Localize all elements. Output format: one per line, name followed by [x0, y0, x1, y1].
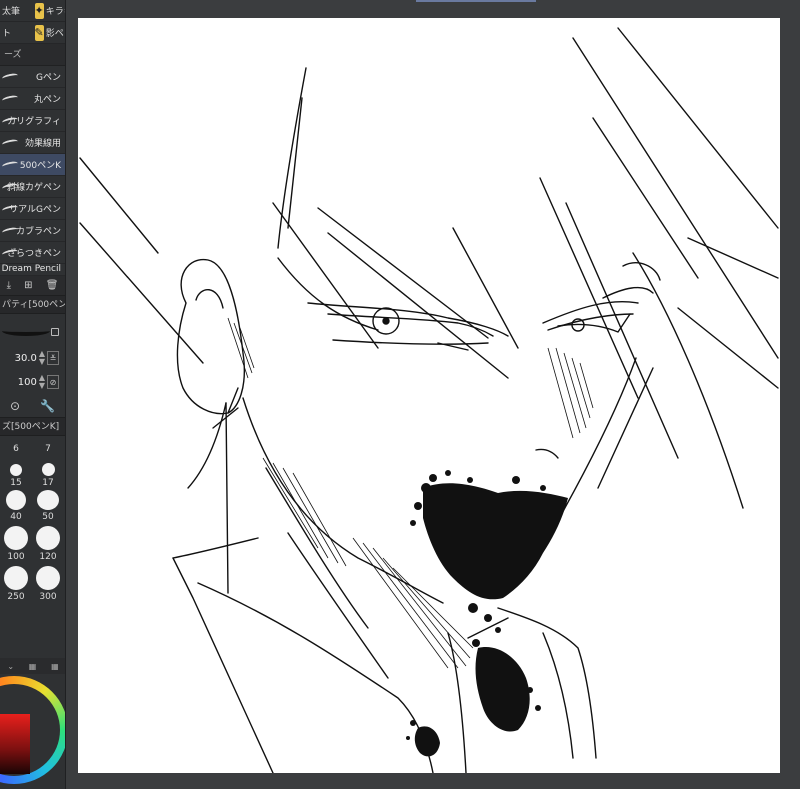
panel-grid-icon[interactable]: ▦ — [51, 662, 59, 671]
size-preset-100[interactable]: 100 — [2, 524, 30, 564]
brush-item-kabura-pen[interactable]: カブラペン — [0, 220, 65, 242]
brush-preview — [0, 314, 65, 346]
brush-size-value[interactable]: 30.0 — [15, 353, 37, 364]
brush-stroke-icon — [1, 72, 19, 82]
subtool-group-tab[interactable]: ーズ — [0, 44, 65, 66]
brush-item-hatch-shadow-pen[interactable]: 斜線カゲペン — [0, 176, 65, 198]
panel-grid-icon[interactable]: ▦ — [29, 662, 37, 671]
size-preset-120[interactable]: 120 — [34, 524, 62, 564]
color-saturation-square[interactable] — [0, 714, 30, 774]
subtool-to[interactable]: ト — [0, 22, 33, 44]
pressure-toggle-icon[interactable]: ≚ — [47, 351, 59, 365]
sparkle-icon: ✦ — [34, 2, 44, 19]
size-preset-7[interactable]: 7 — [34, 436, 62, 456]
brush-stroke-icon — [1, 94, 19, 104]
brush-preview-stroke — [2, 326, 50, 336]
sketch-artwork — [79, 27, 779, 773]
opacity-value[interactable]: 100 — [18, 377, 37, 388]
lock-icon[interactable] — [51, 328, 59, 336]
size-dot — [10, 464, 22, 476]
brush-item-g-pen[interactable]: Gペン — [0, 66, 65, 88]
spin-arrows-icon[interactable]: ▲ ▼ — [39, 374, 45, 390]
chevron-icon[interactable]: ⌄ — [7, 662, 14, 671]
size-dot — [37, 490, 59, 510]
subtool-taihitsu[interactable]: 太筆 — [0, 0, 33, 22]
brush-list-toolbar: ⤓ ⊞ 🗑 — [0, 276, 65, 296]
brush-stroke-icon — [1, 160, 19, 170]
brush-size-panel-title: ズ[500ペンK] — [0, 418, 65, 436]
size-preset-15[interactable]: 15 — [2, 456, 30, 490]
property-icon-row: ⊙ 🔧 — [0, 394, 65, 418]
brush-item-500-pen-k[interactable]: 500ペンK — [0, 154, 65, 176]
line-art — [79, 27, 779, 773]
active-tab-indicator — [416, 0, 536, 2]
add-copy-icon[interactable]: ⊞ — [24, 280, 32, 291]
size-dot — [4, 566, 28, 590]
brush-item-dream-pencil[interactable]: Dream Pencil — [0, 264, 65, 276]
reset-icon[interactable]: ⊙ — [10, 399, 20, 413]
subtool-label: 影ペン — [45, 29, 65, 39]
tool-property-title: パティ[500ペン — [0, 296, 65, 314]
wrench-icon[interactable]: 🔧 — [40, 399, 55, 413]
size-preset-17[interactable]: 17 — [34, 456, 62, 490]
size-dot — [41, 463, 55, 476]
spin-arrows-icon[interactable]: ▲ ▼ — [39, 350, 45, 366]
size-dot — [36, 526, 60, 550]
subtool-row-2: ト ✎ 影ペン — [0, 22, 65, 44]
brush-list: Gペン 丸ペン カリグラフィ 効果線用 500ペンK 斜線カゲペン リアルGペン… — [0, 66, 65, 276]
subtool-shadow-pen[interactable]: ✎ 影ペン — [32, 22, 65, 44]
top-bar — [66, 0, 800, 18]
brush-item-real-g-pen[interactable]: リアルGペン — [0, 198, 65, 220]
size-preset-40[interactable]: 40 — [2, 490, 30, 524]
brush-item-calligraphy[interactable]: カリグラフィ — [0, 110, 65, 132]
canvas-left-margin — [66, 18, 78, 789]
download-icon[interactable]: ⤓ — [7, 280, 11, 291]
brush-item-maru-pen[interactable]: 丸ペン — [0, 88, 65, 110]
size-preset-50[interactable]: 50 — [34, 490, 62, 524]
subtool-row-1: 太筆 ✦ キラキ — [0, 0, 65, 22]
brush-size-grid: 6 7 15 17 40 50 100 120 250 300 — [0, 436, 65, 604]
opacity-row: 100 ▲ ▼ ⊘ — [0, 370, 65, 394]
brush-stroke-icon — [1, 138, 19, 148]
left-tool-panel: 太筆 ✦ キラキ ト ✎ 影ペン ーズ Gペン 丸ペン カリグラフィ 効果線用 … — [0, 0, 66, 789]
size-dot — [4, 526, 28, 550]
panel-bottom-toolbar: ⌄ ▦ ▦ — [0, 658, 65, 674]
subtool-label: 太筆 — [2, 7, 21, 17]
subtool-kira[interactable]: ✦ キラキ — [32, 0, 65, 22]
size-preset-300[interactable]: 300 — [34, 564, 62, 604]
brush-item-rough-pen[interactable]: ざらつきペン — [0, 242, 65, 264]
size-dot — [6, 490, 26, 510]
drawing-canvas[interactable] — [78, 18, 780, 773]
pen-nib-icon: ✎ — [34, 24, 44, 41]
brush-item-effect-line[interactable]: 効果線用 — [0, 132, 65, 154]
opacity-toggle-icon[interactable]: ⊘ — [47, 375, 59, 389]
clip-studio-window: 太筆 ✦ キラキ ト ✎ 影ペン ーズ Gペン 丸ペン カリグラフィ 効果線用 … — [0, 0, 800, 789]
ink-splatter — [406, 470, 568, 757]
subtool-label: ト — [2, 29, 12, 39]
size-preset-6[interactable]: 6 — [2, 436, 30, 456]
trash-icon[interactable]: 🗑 — [46, 280, 59, 291]
subtool-label: キラキ — [45, 7, 65, 17]
brush-size-row: 30.0 ▲ ▼ ≚ — [0, 346, 65, 370]
size-dot — [36, 566, 60, 590]
size-preset-250[interactable]: 250 — [2, 564, 30, 604]
